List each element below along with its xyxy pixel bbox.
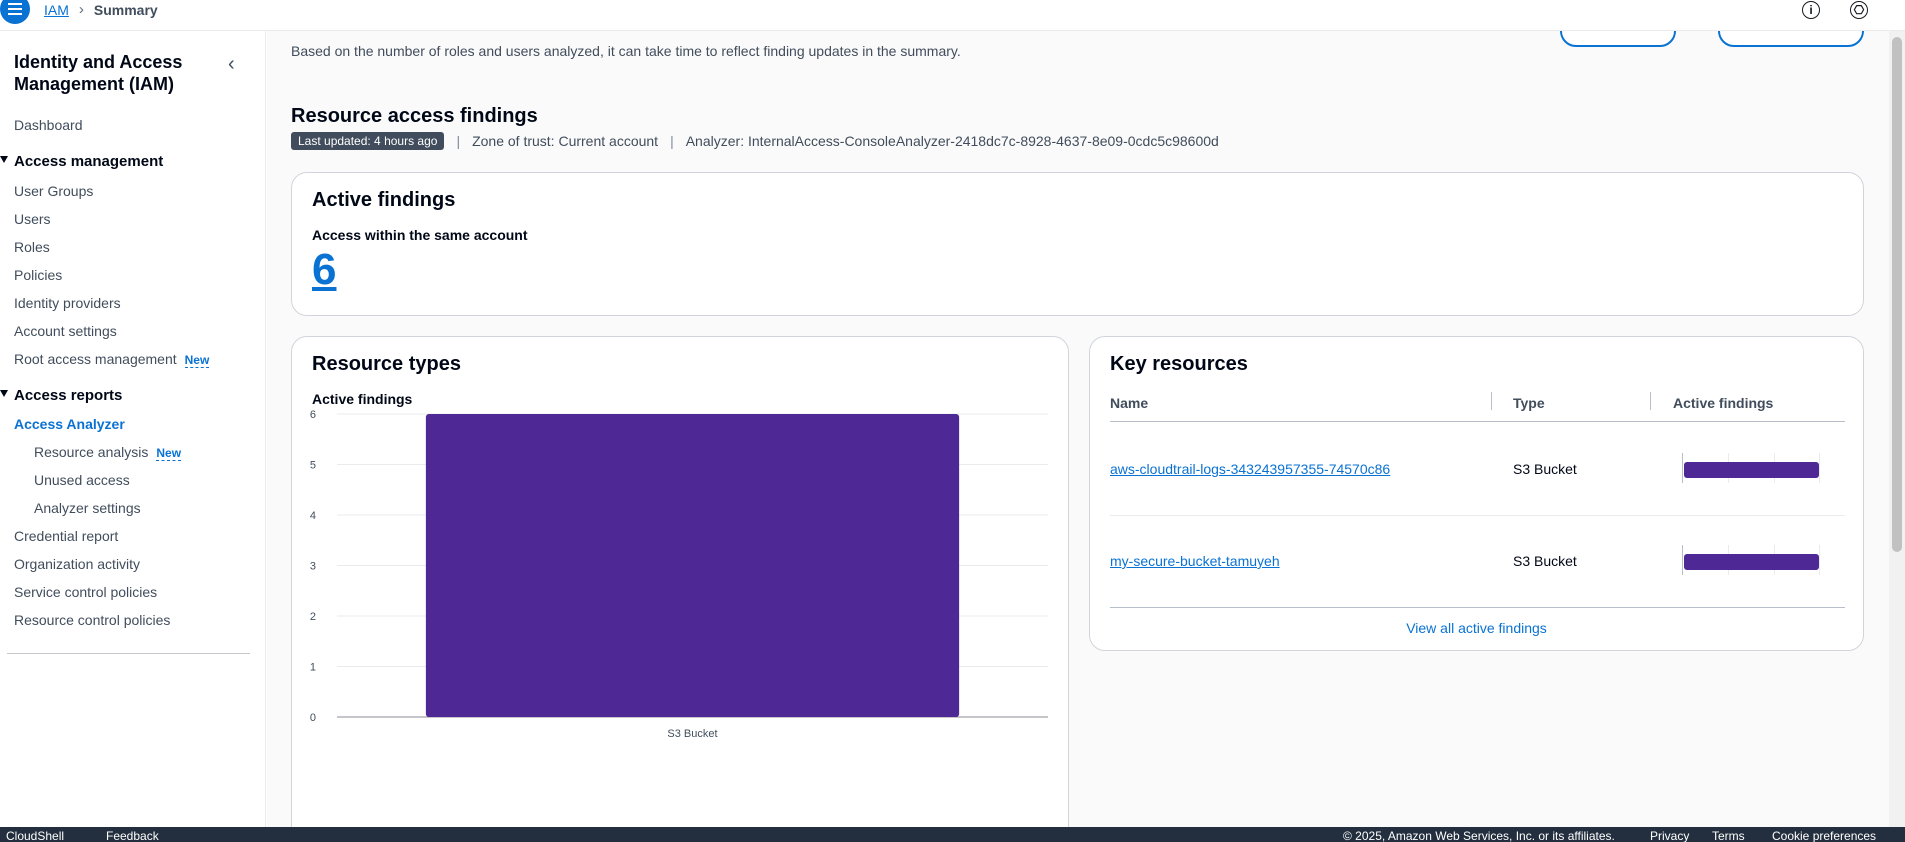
column-resizer[interactable] xyxy=(1650,392,1651,410)
y-tick-label: 1 xyxy=(310,662,316,674)
active-findings-card: Active findings Access within the same a… xyxy=(291,172,1864,316)
page-description: Based on the number of roles and users a… xyxy=(291,43,961,59)
sidebar-section-access-management[interactable]: Access management xyxy=(0,153,164,170)
breadcrumb-current: Summary xyxy=(93,1,158,18)
sidebar-item-roles[interactable]: Roles xyxy=(14,239,50,255)
sidebar-section-label: Access management xyxy=(14,153,164,170)
main-content: Based on the number of roles and users a… xyxy=(267,31,1889,827)
sidebar-item-service-control-policies[interactable]: Service control policies xyxy=(14,584,157,600)
findings-mini-bar xyxy=(1684,462,1819,478)
y-tick-label: 3 xyxy=(310,561,316,573)
breadcrumb: IAM › Summary xyxy=(44,1,158,18)
sidebar-item-root-access-management[interactable]: Root access management New xyxy=(14,351,210,368)
resource-types-card: Resource types Active findings 0 1 2 3 4 5 6 S3… xyxy=(291,336,1069,827)
mini-grid-line xyxy=(1819,545,1820,575)
mini-grid-line xyxy=(1819,453,1820,483)
last-updated-badge: Last updated: 4 hours ago xyxy=(291,132,445,150)
footer-link-terms[interactable]: Terms xyxy=(1712,829,1745,842)
column-resizer[interactable] xyxy=(1491,392,1492,410)
card-label: Access within the same account xyxy=(312,227,528,243)
footer-link-privacy[interactable]: Privacy xyxy=(1650,829,1689,842)
analyzer-name: Analyzer: InternalAccess-ConsoleAnalyzer… xyxy=(685,133,1219,149)
sidebar-section-label: Access reports xyxy=(14,387,123,404)
sidebar-item-label: Root access management xyxy=(14,351,177,367)
new-badge[interactable]: New xyxy=(184,353,210,368)
footer-link-cookie-preferences[interactable]: Cookie preferences xyxy=(1772,829,1876,842)
card-title: Key resources xyxy=(1110,353,1248,375)
sidebar-item-policies[interactable]: Policies xyxy=(14,267,62,283)
column-header-name[interactable]: Name xyxy=(1110,395,1148,411)
menu-icon[interactable] xyxy=(0,0,30,24)
x-tick-label: S3 Bucket xyxy=(667,728,717,740)
sidebar-title: Identity and Access Management (IAM) xyxy=(14,52,183,94)
sidebar-section-access-reports[interactable]: Access reports xyxy=(0,387,123,404)
y-tick-label: 4 xyxy=(310,510,316,522)
findings-meta: Last updated: 4 hours ago | Zone of trus… xyxy=(291,132,1219,150)
sidebar-item-resource-analysis[interactable]: Resource analysis New xyxy=(34,444,182,461)
side-navigation: Identity and Access Management (IAM) ‹ D… xyxy=(0,31,266,827)
y-tick-label: 2 xyxy=(310,611,316,623)
caret-down-icon xyxy=(0,390,8,397)
column-header-active-findings[interactable]: Active findings xyxy=(1673,395,1773,411)
sidebar-item-credential-report[interactable]: Credential report xyxy=(14,528,118,544)
sidebar-item-resource-control-policies[interactable]: Resource control policies xyxy=(14,612,170,628)
row-divider xyxy=(1110,515,1845,516)
findings-mini-chart xyxy=(1682,545,1820,575)
column-header-type[interactable]: Type xyxy=(1513,395,1545,411)
y-tick-label: 5 xyxy=(310,460,316,472)
row-divider xyxy=(1110,607,1845,608)
caret-down-icon xyxy=(0,156,8,163)
findings-mini-chart xyxy=(1682,453,1820,483)
scrollbar-thumb[interactable] xyxy=(1892,37,1902,552)
breadcrumb-iam-link[interactable]: IAM xyxy=(44,2,69,18)
header-action-button[interactable] xyxy=(1718,31,1864,47)
section-title: Resource access findings xyxy=(291,105,538,127)
sidebar-item-account-settings[interactable]: Account settings xyxy=(14,323,117,339)
chart-bar[interactable] xyxy=(425,414,960,717)
console-footer: CloudShell Feedback © 2025, Amazon Web S… xyxy=(0,827,1905,842)
sidebar-item-user-groups[interactable]: User Groups xyxy=(14,183,93,199)
sidebar-item-label: Resource analysis xyxy=(34,444,149,460)
sidebar-item-users[interactable]: Users xyxy=(14,211,51,227)
y-tick-label: 0 xyxy=(310,712,316,724)
sidebar-divider xyxy=(7,653,250,654)
resource-link[interactable]: my-secure-bucket-tamuyeh xyxy=(1110,553,1280,569)
top-navigation-bar: IAM › Summary i ⎔ xyxy=(0,0,1905,31)
chevron-right-icon: › xyxy=(78,1,84,18)
active-findings-count-link[interactable]: 6 xyxy=(312,245,336,295)
sidebar-item-identity-providers[interactable]: Identity providers xyxy=(14,295,121,311)
cloudshell-icon[interactable]: ⎔ xyxy=(1850,1,1868,19)
card-title: Active findings xyxy=(312,189,456,211)
resource-type: S3 Bucket xyxy=(1513,553,1577,569)
sidebar-item-access-analyzer[interactable]: Access Analyzer xyxy=(14,416,125,432)
info-icon[interactable]: i xyxy=(1802,1,1820,19)
view-all-findings-link[interactable]: View all active findings xyxy=(1090,620,1863,636)
header-action-button[interactable] xyxy=(1560,31,1676,47)
new-badge[interactable]: New xyxy=(156,446,182,461)
y-tick-label: 6 xyxy=(310,409,316,421)
resource-link[interactable]: aws-cloudtrail-logs-343243957355-74570c8… xyxy=(1110,461,1390,477)
collapse-sidebar-icon[interactable]: ‹ xyxy=(228,53,235,76)
page-scrollbar[interactable] xyxy=(1889,31,1905,827)
resource-types-chart: 0 1 2 3 4 5 6 S3 Bucket xyxy=(310,409,1048,740)
sidebar-item-unused-access[interactable]: Unused access xyxy=(34,472,130,488)
meta-separator: | xyxy=(456,133,461,149)
copyright-text: © 2025, Amazon Web Services, Inc. or its… xyxy=(1343,829,1615,842)
findings-mini-bar xyxy=(1684,554,1819,570)
sidebar-item-organization-activity[interactable]: Organization activity xyxy=(14,556,140,572)
cloudshell-link[interactable]: CloudShell xyxy=(6,829,64,842)
key-resources-card: Key resources Name Type Active findings … xyxy=(1089,336,1864,651)
zone-of-trust: Zone of trust: Current account xyxy=(472,133,659,149)
meta-separator: | xyxy=(670,133,674,149)
sidebar-item-analyzer-settings[interactable]: Analyzer settings xyxy=(34,500,141,516)
resource-type: S3 Bucket xyxy=(1513,461,1577,477)
table-header-divider xyxy=(1110,421,1845,422)
feedback-link[interactable]: Feedback xyxy=(106,829,159,842)
sidebar-item-dashboard[interactable]: Dashboard xyxy=(14,117,83,133)
